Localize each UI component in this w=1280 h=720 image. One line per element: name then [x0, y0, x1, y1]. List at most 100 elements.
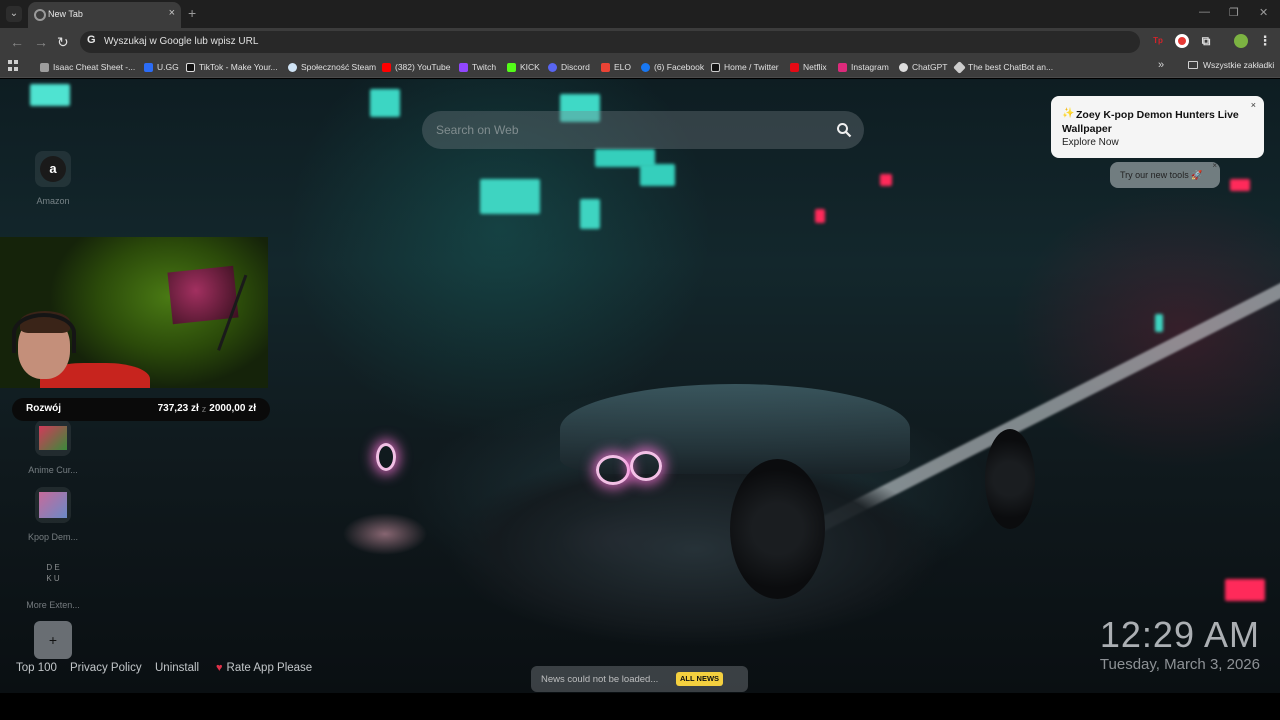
shortcut-tile: D E K U [35, 555, 71, 591]
menu-kebab-icon[interactable]: ⋮ [1258, 34, 1272, 48]
tab-new-tab[interactable]: New Tab × [28, 2, 181, 28]
goal-separator: z [201, 403, 207, 414]
shortcut-tile [35, 420, 71, 456]
bookmark-discord[interactable]: Discord [548, 60, 590, 74]
web-search-box[interactable] [422, 111, 864, 149]
bookmark-twitch[interactable]: Twitch [459, 60, 496, 74]
bookmark-elo[interactable]: ELO [601, 60, 631, 74]
bookmark-youtube[interactable]: (382) YouTube [382, 60, 450, 74]
bookmark-chatgpt[interactable]: ChatGPT [899, 60, 947, 74]
top-100-link[interactable]: Top 100 [16, 662, 57, 674]
bookmark-tiktok[interactable]: TikTok - Make Your... [186, 60, 278, 74]
folder-icon [1188, 61, 1198, 69]
goal-values: 737,23 zł z 2000,00 zł [158, 403, 256, 414]
car-wheel [730, 459, 825, 599]
bookmark-chatbot[interactable]: The best ChatBot an... [953, 60, 1054, 74]
new-tab-button[interactable]: + [188, 5, 196, 21]
all-bookmarks-folder[interactable]: Wszystkie zakładki [1188, 60, 1274, 70]
shortcut-amazon[interactable]: a Amazon [20, 151, 86, 206]
more-extensions-grid-icon: D E K U [46, 563, 60, 583]
x-twitter-icon [711, 62, 720, 72]
google-g-icon: G [87, 34, 96, 46]
bookmark-isaac[interactable]: Isaac Cheat Sheet -... [40, 60, 135, 74]
address-bar-placeholder: Wyszukaj w Google lub wpisz URL [104, 36, 259, 47]
notification-close-icon[interactable]: × [1251, 100, 1256, 110]
shortcut-anime-cursor[interactable]: Anime Cur... [20, 420, 86, 475]
try-new-tools-button[interactable]: Try our new tools 🚀 × [1110, 161, 1220, 188]
neon-light [370, 89, 400, 117]
bookmark-label: ELO [614, 62, 632, 72]
kpop-demon-icon [39, 492, 67, 518]
all-news-button[interactable]: ALL NEWS [676, 672, 724, 686]
bookmark-twitter[interactable]: Home / Twitter [711, 60, 779, 74]
minimize-button[interactable]: — [1199, 6, 1210, 18]
bookmark-netflix[interactable]: Netflix [790, 60, 827, 74]
bookmarks-bar: Isaac Cheat Sheet -... U.GG TikTok - Mak… [0, 56, 1280, 78]
tools-pill-close-icon[interactable]: × [1212, 161, 1217, 170]
rate-app-link[interactable]: ♥ Rate App Please [216, 662, 312, 674]
kick-icon [507, 62, 516, 72]
facebook-icon [641, 62, 650, 72]
puzzle-extensions-icon[interactable]: ⧉ [1199, 34, 1213, 48]
bookmark-facebook[interactable]: (6) Facebook [641, 60, 704, 74]
shortcut-more-extensions[interactable]: D E K U More Exten... [20, 555, 86, 610]
shortcut-label: Kpop Dem... [27, 532, 79, 542]
webcam-overlay [0, 237, 268, 388]
apps-grid-icon[interactable] [8, 60, 19, 71]
shortcut-label: Amazon [36, 196, 70, 206]
uninstall-link[interactable]: Uninstall [155, 662, 199, 674]
wallpaper-notification[interactable]: ✨ Zoey K-pop Demon Hunters Live Wallpape… [1051, 96, 1264, 158]
bookmark-label: (6) Facebook [654, 62, 705, 72]
bookmark-steam[interactable]: Społeczność Steam [288, 60, 376, 74]
restore-button[interactable]: ❐ [1229, 6, 1239, 19]
goal-target: 2000,00 zł [209, 403, 256, 414]
webcam-streamer [0, 307, 150, 388]
bookmark-label: Netflix [803, 62, 827, 72]
tab-title: New Tab [48, 9, 83, 19]
notification-title: Zoey K-pop Demon Hunters Live Wallpaper [1062, 109, 1239, 135]
neon-light [815, 209, 825, 223]
tiktok-icon [186, 62, 195, 72]
profile-avatar-icon[interactable] [1234, 34, 1248, 48]
rate-app-label: Rate App Please [226, 662, 313, 674]
address-bar[interactable]: G Wyszukaj w Google lub wpisz URL [80, 31, 1140, 53]
car-headlight [630, 451, 662, 481]
explore-now-link[interactable]: Explore Now [1062, 137, 1119, 148]
tab-close-icon[interactable]: × [169, 7, 175, 19]
clock-date: Tuesday, March 3, 2026 [1099, 656, 1260, 673]
bookmark-ugg[interactable]: U.GG [144, 60, 179, 74]
neon-light [1225, 579, 1265, 601]
privacy-policy-link[interactable]: Privacy Policy [70, 662, 142, 674]
neon-light [640, 164, 675, 186]
neon-light [1230, 179, 1250, 191]
youtube-icon [382, 62, 391, 72]
bookmark-label: Twitch [472, 62, 497, 72]
bookmark-instagram[interactable]: Instagram [838, 60, 889, 74]
heart-icon: ♥ [216, 662, 223, 674]
clock-time: 12:29 AM [1099, 614, 1260, 655]
tp-extension-icon[interactable]: Tp [1151, 34, 1165, 48]
red-circle-extension-icon[interactable] [1175, 34, 1189, 48]
forward-button[interactable]: → [34, 34, 48, 50]
back-button[interactable]: ← [10, 34, 24, 50]
neon-light [1155, 314, 1163, 332]
bookmark-kick[interactable]: KICK [507, 60, 540, 74]
neon-light [480, 179, 540, 214]
bookmark-label: The best ChatBot an... [968, 62, 1054, 72]
web-search-input[interactable] [436, 121, 816, 139]
bookmarks-overflow-chevron-icon[interactable]: » [1158, 59, 1164, 71]
shortcut-kpop-demon[interactable]: Kpop Dem... [20, 487, 86, 542]
tools-pill-label: Try our new tools 🚀 [1120, 170, 1203, 180]
tab-search-menu-button[interactable]: ⌄ [6, 6, 22, 22]
browser-toolbar: ← → ↻ G Wyszukaj w Google lub wpisz URL … [0, 28, 1280, 56]
car-headlight [596, 455, 630, 485]
bookmark-label: Isaac Cheat Sheet -... [53, 62, 136, 72]
reload-button[interactable]: ↻ [57, 34, 69, 51]
bookmark-label: TikTok - Make Your... [199, 62, 278, 72]
donation-goal-bar: Rozwój 737,23 zł z 2000,00 zł [12, 398, 270, 421]
close-window-button[interactable]: ✕ [1259, 6, 1268, 19]
car-headlight [376, 443, 396, 471]
add-shortcut-button[interactable]: + [34, 621, 72, 659]
search-icon[interactable] [836, 122, 852, 138]
neon-light [580, 199, 600, 229]
